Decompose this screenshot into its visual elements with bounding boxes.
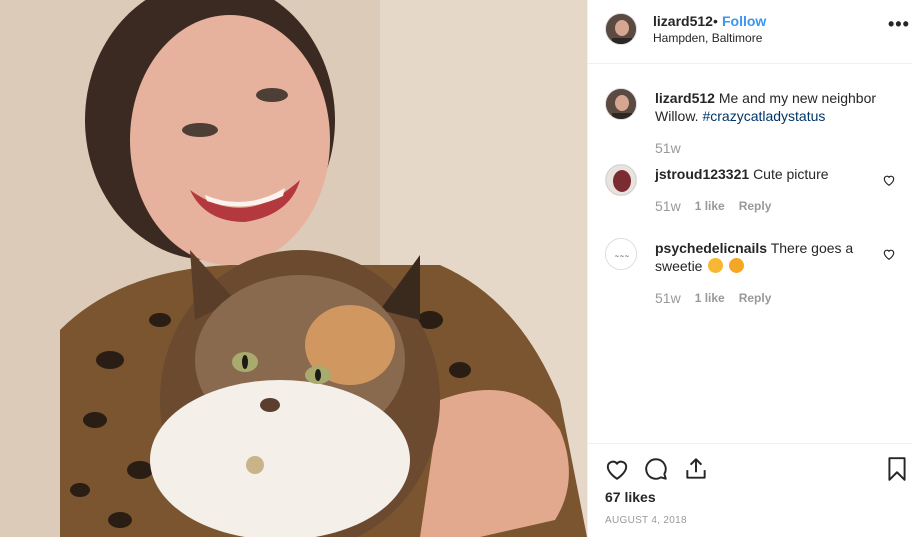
caption-avatar[interactable] — [605, 88, 637, 120]
comment-avatar[interactable] — [605, 164, 637, 196]
caption-hashtag[interactable]: #crazycatladystatus — [702, 108, 825, 124]
post-date[interactable]: AUGUST 4, 2018 — [605, 515, 687, 526]
caption-meta: 51w — [655, 140, 681, 156]
location-link[interactable]: Hampden, Baltimore — [653, 31, 762, 45]
follow-button[interactable]: Follow — [722, 13, 766, 29]
comment-likes[interactable]: 1 like — [695, 199, 725, 213]
separator-dot: • — [713, 13, 718, 29]
comment-time[interactable]: 51w — [655, 198, 681, 214]
author-avatar[interactable] — [605, 13, 637, 45]
like-comment-icon[interactable] — [882, 173, 896, 187]
share-icon[interactable] — [683, 456, 709, 482]
comment-username[interactable]: psychedelicnails — [655, 240, 767, 256]
comment-time[interactable]: 51w — [655, 290, 681, 306]
photo-woman-with-cat — [0, 0, 587, 537]
comment-avatar[interactable]: ~~~ — [605, 238, 637, 270]
caption-username[interactable]: lizard512 — [655, 90, 715, 106]
comment-text: psychedelicnails There goes a sweetie — [655, 239, 880, 275]
reply-button[interactable]: Reply — [739, 291, 772, 305]
heart-icon[interactable] — [604, 456, 630, 482]
likes-count[interactable]: 67 likes — [605, 489, 656, 505]
comments-list: lizard512 Me and my new neighbor Willow.… — [588, 64, 912, 443]
comment-icon[interactable] — [643, 456, 669, 482]
reply-button[interactable]: Reply — [739, 199, 772, 213]
heart-eyes-emoji — [708, 258, 724, 273]
comment-meta: 51w 1 like Reply — [655, 290, 771, 306]
comment-likes[interactable]: 1 like — [695, 291, 725, 305]
comment-text: jstroud123321 Cute picture — [655, 165, 880, 183]
comment-body: Cute picture — [753, 166, 829, 182]
caption-time[interactable]: 51w — [655, 140, 681, 156]
comment-meta: 51w 1 like Reply — [655, 198, 771, 214]
bookmark-icon[interactable] — [884, 456, 910, 482]
author-username[interactable]: lizard512 — [653, 13, 713, 29]
more-options-icon[interactable]: ••• — [888, 14, 910, 35]
post-header: lizard512 • Follow Hampden, Baltimore ••… — [588, 0, 912, 64]
caption-text: lizard512 Me and my new neighbor Willow.… — [655, 89, 880, 125]
like-comment-icon[interactable] — [882, 247, 896, 261]
post-photo[interactable] — [0, 0, 587, 537]
comment-username[interactable]: jstroud123321 — [655, 166, 749, 182]
kissing-face-emoji — [729, 258, 745, 273]
svg-text:~~~: ~~~ — [614, 253, 629, 260]
post-detail-panel: lizard512 • Follow Hampden, Baltimore ••… — [587, 0, 912, 537]
